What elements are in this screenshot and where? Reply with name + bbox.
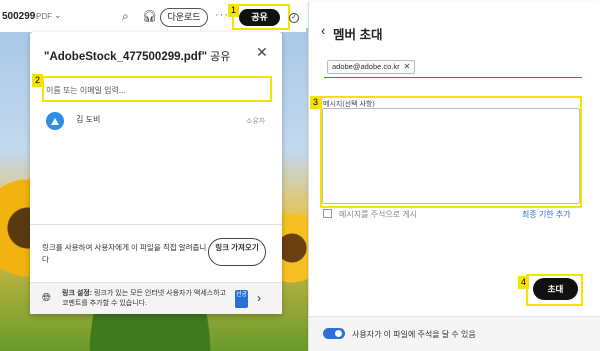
avatar xyxy=(46,112,64,130)
access-badge: 선공 xyxy=(235,290,248,308)
file-name: 500299 xyxy=(2,11,36,22)
name-or-email-input[interactable]: 이름 또는 이메일 입력... xyxy=(42,76,272,102)
post-as-comment-checkbox[interactable] xyxy=(323,209,332,218)
link-settings-label: 링크 설정: xyxy=(62,290,93,297)
share-file-title: "AdobeStock_477500299.pdf" xyxy=(44,51,208,63)
email-chip[interactable]: adobe@adobe.co.kr ✕ xyxy=(327,60,416,74)
invite-panel: ‹ 멤버 초대 adobe@adobe.co.kr ✕ 메시지(선택 사항) 메시… xyxy=(308,2,600,351)
email-field[interactable]: adobe@adobe.co.kr ✕ xyxy=(324,56,582,78)
back-icon[interactable]: ‹ xyxy=(321,23,325,38)
get-link-button[interactable]: 링크 가져오기 xyxy=(208,238,266,266)
chevron-right-icon[interactable]: › xyxy=(257,291,261,305)
search-icon[interactable]: ⌕ xyxy=(122,9,129,24)
link-settings-footer[interactable]: 🌐︎ 링크 설정: 링크가 있는 모든 인터넷 사용자가 액세스하고 코멘트를 … xyxy=(30,282,282,314)
member-row: 김 도비 소유자 xyxy=(46,110,271,130)
link-description: 링크를 사용하여 사용자에게 이 파일을 직접 알려줍니다 xyxy=(42,243,207,264)
member-role: 소유자 xyxy=(246,118,266,125)
share-button[interactable]: 공유 xyxy=(239,9,280,26)
check-circle-icon[interactable]: ✓ xyxy=(289,13,299,23)
invite-button[interactable]: 초대 xyxy=(533,278,578,300)
member-name: 김 도비 xyxy=(76,115,101,124)
file-type: PDF xyxy=(36,12,52,21)
share-title-suffix: 공유 xyxy=(207,51,231,63)
more-options-icon[interactable]: ··· xyxy=(215,9,229,21)
step-marker-4: 4 xyxy=(518,276,529,289)
link-settings-text: 링크 설정: 링크가 있는 모든 인터넷 사용자가 액세스하고 코멘트를 추가할… xyxy=(62,289,232,309)
comment-permission-label: 사용자가 이 파일에 주석을 달 수 있음 xyxy=(352,330,476,339)
step-marker-3: 3 xyxy=(310,96,321,109)
share-panel: "AdobeStock_477500299.pdf" 공유 ✕ 이름 또는 이메… xyxy=(30,32,282,314)
share-panel-title: "AdobeStock_477500299.pdf" 공유 xyxy=(44,48,230,64)
globe-icon: 🌐︎ xyxy=(42,292,51,304)
step-marker-2: 2 xyxy=(32,74,43,87)
post-as-comment-label: 메시지를 주석으로 게시 xyxy=(339,210,418,219)
close-icon[interactable]: ✕ xyxy=(256,44,268,61)
email-chip-label: adobe@adobe.co.kr xyxy=(332,62,400,71)
top-bar: 500299 PDF ⌄ ⌕ 🎧︎ 다운로드 ··· 공유 ✓ xyxy=(0,0,306,32)
add-deadline-link[interactable]: 최종 기한 추가 xyxy=(522,209,571,220)
message-textarea[interactable] xyxy=(322,108,580,204)
comment-permission-bar: 사용자가 이 파일에 주석을 달 수 있음 xyxy=(309,316,600,351)
comment-permission-toggle[interactable] xyxy=(323,328,345,339)
invite-title: 멤버 초대 xyxy=(333,28,383,42)
headphones-icon[interactable]: 🎧︎ xyxy=(142,9,157,23)
remove-chip-icon[interactable]: ✕ xyxy=(404,62,411,71)
divider xyxy=(30,224,282,225)
chevron-down-icon[interactable]: ⌄ xyxy=(54,10,62,21)
step-marker-1: 1 xyxy=(228,4,239,17)
download-button[interactable]: 다운로드 xyxy=(160,8,208,27)
